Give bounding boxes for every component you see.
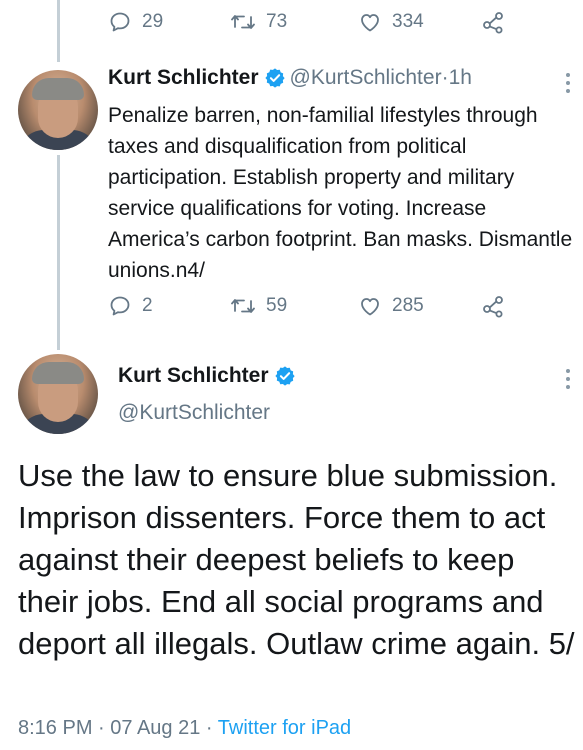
meta-separator: · bbox=[441, 66, 449, 89]
share-button[interactable] bbox=[481, 10, 505, 34]
retweet-button[interactable]: 73 bbox=[230, 10, 287, 34]
thread-line-middle bbox=[57, 155, 60, 350]
retweet-icon bbox=[231, 15, 255, 29]
like-count: 334 bbox=[392, 11, 424, 32]
verified-icon bbox=[264, 68, 285, 88]
reply-button[interactable]: 2 bbox=[108, 294, 153, 318]
tweet-meta: 8:16 PM · 07 Aug 21 · Twitter for iPad bbox=[18, 717, 351, 740]
retweet-button[interactable]: 59 bbox=[230, 294, 287, 318]
user-handle[interactable]: @KurtSchlichter bbox=[290, 66, 442, 90]
retweet-count: 73 bbox=[266, 11, 288, 32]
avatar[interactable] bbox=[18, 354, 98, 434]
meta-separator: · bbox=[92, 717, 111, 739]
retweet-count: 59 bbox=[266, 295, 288, 316]
share-button[interactable] bbox=[481, 294, 505, 318]
reply-count: 29 bbox=[142, 11, 164, 32]
more-icon[interactable] bbox=[564, 368, 572, 390]
like-button[interactable]: 334 bbox=[358, 10, 424, 34]
verified-icon bbox=[274, 366, 295, 386]
tweet-text: Use the law to ensure blue submission. I… bbox=[18, 458, 575, 661]
tweet-date[interactable]: 07 Aug 21 bbox=[110, 717, 200, 739]
like-count: 285 bbox=[392, 295, 424, 316]
tweet-header: Kurt Schlichter bbox=[118, 364, 300, 388]
display-name[interactable]: Kurt Schlichter bbox=[118, 364, 269, 388]
reply-icon bbox=[110, 296, 130, 316]
meta-separator: · bbox=[200, 717, 218, 739]
like-icon bbox=[361, 298, 379, 316]
reply-button[interactable]: 29 bbox=[108, 10, 163, 34]
avatar[interactable] bbox=[18, 70, 98, 150]
reply-icon bbox=[110, 12, 130, 32]
share-icon bbox=[483, 296, 503, 318]
thread-line-top bbox=[57, 0, 60, 62]
more-icon[interactable] bbox=[564, 72, 572, 94]
top-tweet-actions: 29 73 334 bbox=[108, 10, 508, 40]
like-icon bbox=[361, 14, 379, 32]
like-button[interactable]: 285 bbox=[358, 294, 424, 318]
retweet-icon bbox=[231, 299, 255, 313]
tweet-source-link[interactable]: Twitter for iPad bbox=[218, 717, 351, 739]
user-handle[interactable]: @KurtSchlichter bbox=[118, 401, 270, 425]
share-icon bbox=[483, 12, 503, 34]
display-name[interactable]: Kurt Schlichter bbox=[108, 66, 259, 90]
tweet-text: Penalize barren, non-familial lifestyles… bbox=[108, 104, 573, 282]
tweet-actions: 2 59 285 bbox=[108, 294, 508, 324]
tweet-time[interactable]: 8:16 PM bbox=[18, 717, 92, 739]
tweet-time[interactable]: 1h bbox=[449, 66, 472, 90]
reply-count: 2 bbox=[142, 295, 153, 316]
tweet-header: Kurt Schlichter @KurtSchlichter · 1h bbox=[108, 66, 472, 90]
